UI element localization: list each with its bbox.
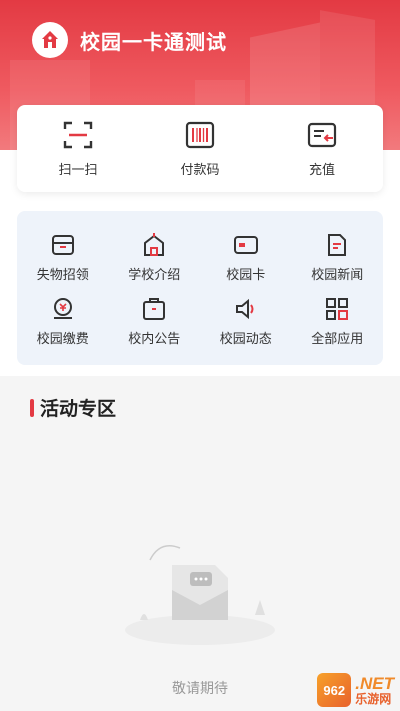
card-icon (233, 235, 258, 254)
service-label: 校园卡 (226, 266, 266, 282)
service-all-apps[interactable]: 全部应用 (292, 289, 384, 353)
service-label: 校园动态 (219, 330, 272, 346)
watermark-text: .NET 乐游网 (355, 673, 394, 706)
service-label: 校园新闻 (311, 266, 364, 282)
recharge-icon (307, 122, 337, 148)
service-lost-found[interactable]: 失物招领 (17, 225, 109, 289)
activity-section-header: 活动专区 (30, 394, 116, 421)
watermark-bottom: 乐游网 (355, 691, 392, 706)
all-apps-icon (326, 297, 349, 320)
scan-label: 扫一扫 (58, 162, 98, 177)
service-label: 失物招领 (36, 266, 89, 282)
activity-section-title: 活动专区 (40, 399, 117, 420)
pay-code-button[interactable]: 付款码 (145, 119, 255, 178)
service-school-intro[interactable]: 学校介绍 (109, 225, 201, 289)
watermark-top: .NET (355, 673, 394, 693)
scan-button[interactable]: 扫一扫 (23, 119, 133, 178)
service-label: 校园缴费 (36, 330, 89, 346)
service-notice[interactable]: 校内公告 (109, 289, 201, 353)
app-title: 校园一卡通测试 (80, 31, 227, 54)
notice-icon (143, 297, 166, 320)
header: 校园一卡通测试 (32, 20, 227, 60)
recharge-label: 充值 (308, 162, 335, 177)
payment-icon (53, 297, 72, 319)
barcode-icon (185, 121, 215, 149)
service-campus-news[interactable]: 校园新闻 (292, 225, 384, 289)
pay-code-label: 付款码 (180, 162, 220, 177)
speaker-icon (235, 298, 254, 319)
service-campus-dynamics[interactable]: 校园动态 (200, 289, 292, 353)
news-icon (328, 233, 347, 256)
quick-actions-card: 扫一扫 付款码 充值 (17, 105, 383, 192)
section-accent-bar (30, 398, 34, 417)
empty-state-illustration (125, 545, 275, 645)
school-icon (144, 232, 165, 256)
service-campus-payment[interactable]: 校园缴费 (17, 289, 109, 353)
services-grid: 失物招领 学校介绍 校园卡 校园新闻 校园缴费 校内公告 校园动态 全部应用 (17, 211, 383, 365)
watermark-logo: 962 .NET 乐游网 (317, 673, 394, 707)
lost-found-icon (51, 234, 74, 255)
school-building-icon (32, 22, 68, 58)
service-label: 校内公告 (128, 330, 181, 346)
service-campus-card[interactable]: 校园卡 (200, 225, 292, 289)
scan-icon (63, 121, 93, 149)
watermark-badge: 962 (317, 673, 352, 707)
service-label: 学校介绍 (128, 266, 181, 282)
recharge-button[interactable]: 充值 (267, 119, 377, 178)
service-label: 全部应用 (311, 330, 364, 346)
